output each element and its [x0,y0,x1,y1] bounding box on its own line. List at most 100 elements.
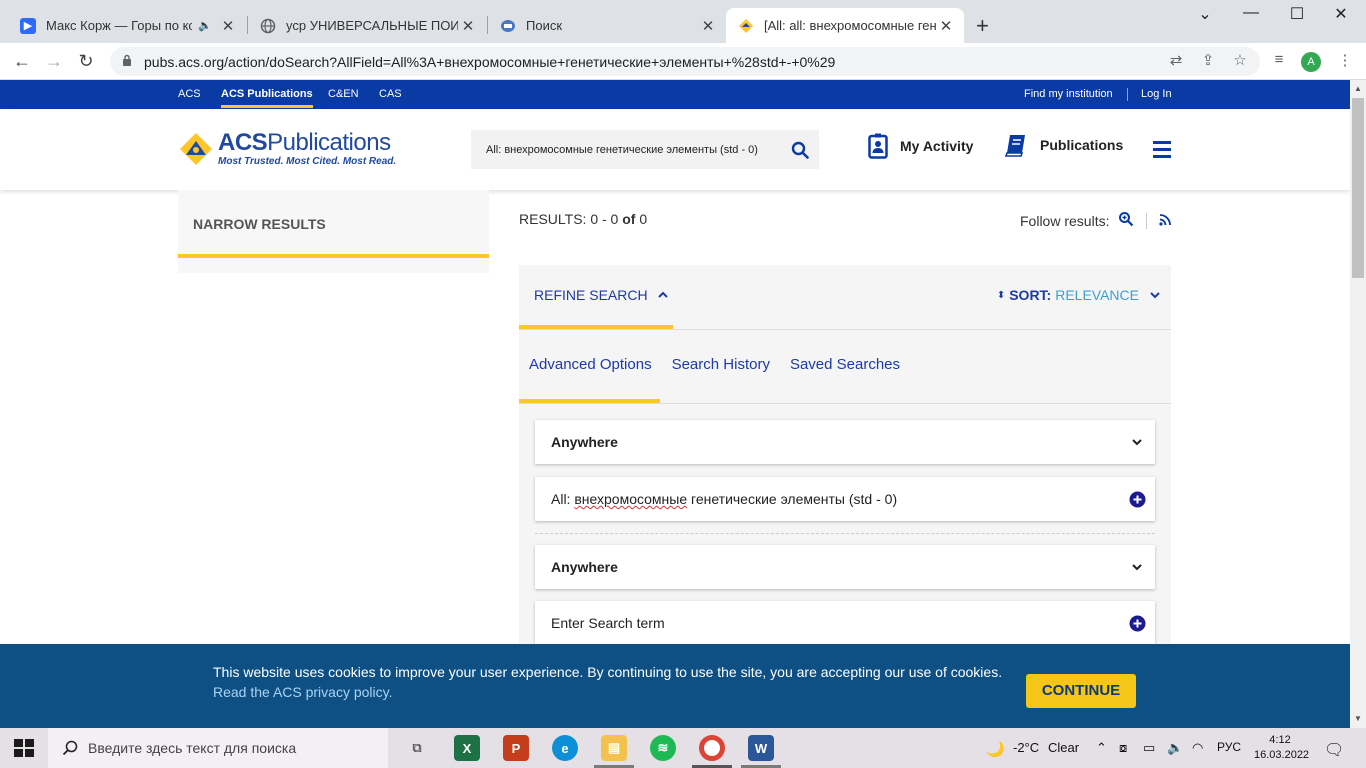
reload-icon[interactable]: ↻ [74,49,98,73]
translate-icon[interactable]: ⇄ [1165,51,1187,69]
chevron-up-icon [657,291,668,298]
excel-icon[interactable]: X [454,735,480,761]
minimize-icon[interactable]: — [1228,4,1274,28]
chrome-icon[interactable] [699,735,725,761]
rss-icon[interactable] [1159,213,1172,229]
acs-logo-icon [178,131,214,167]
file-explorer-icon[interactable]: ▤ [601,735,627,761]
notifications-icon[interactable]: 🗨 [1324,740,1344,760]
task-view-icon[interactable]: ⧉ [404,735,430,761]
add-term-button[interactable] [1119,491,1155,508]
volume-icon[interactable]: 🔈 [1167,740,1183,756]
close-icon[interactable]: ✕ [458,17,478,35]
scroll-up-icon[interactable]: ▲ [1350,84,1366,93]
taskbar-search-placeholder: Введите здесь текст для поиска [88,740,297,756]
chevron-up-icon[interactable]: ⌃ [1096,740,1107,756]
close-icon[interactable]: ✕ [218,17,238,35]
divider [1146,212,1148,229]
logo-tagline: Most Trusted. Most Cited. Most Read. [218,156,397,167]
hamburger-menu-icon[interactable] [1153,141,1171,162]
refine-subtabs: Advanced Options Search History Saved Se… [529,356,920,373]
narrow-results-panel[interactable]: NARROW RESULTS [178,190,489,273]
spotify-icon[interactable]: ≋ [650,735,676,761]
close-icon[interactable]: ✕ [698,17,718,35]
weather-temp[interactable]: -2°C [1013,740,1039,755]
sort-dropdown[interactable]: ⬍ SORT: RELEVANCE [997,287,1161,303]
add-term-button[interactable] [1119,615,1155,632]
quick-search[interactable]: All: внехромосомные генетические элемент… [471,130,819,169]
system-clock[interactable]: 4:12 16.03.2022 [1254,733,1309,763]
back-arrow-icon[interactable]: ← [10,49,34,73]
login-link[interactable]: Log In [1141,88,1172,100]
cookie-text: This website uses cookies to improve you… [213,664,1003,680]
forward-arrow-icon[interactable]: → [42,49,66,73]
field-select-2[interactable]: Anywhere [535,545,1155,589]
share-icon[interactable]: ⇪ [1197,51,1219,69]
edge-icon[interactable]: e [552,735,578,761]
speaker-icon[interactable]: 🔈 [198,19,212,32]
chevron-down-icon [1119,562,1155,572]
divider [519,403,1171,404]
profile-avatar[interactable]: A [1301,52,1321,72]
cas-link[interactable]: CAS [379,88,402,100]
browser-tab-usr[interactable]: уср УНИВЕРСАЛЬНЫЕ ПОИСКОВЫЕ ✕ [248,8,486,43]
media-control-icon[interactable]: ≡ [1268,51,1290,68]
publications-link[interactable]: Publications [1004,133,1123,157]
maximize-icon[interactable]: ☐ [1274,4,1320,28]
page-scrollbar[interactable]: ▲ ▼ [1350,80,1366,728]
cen-link[interactable]: C&EN [328,88,359,100]
privacy-policy-link[interactable]: Read the ACS privacy policy. [213,684,393,700]
refine-search-toggle[interactable]: REFINE SEARCH [534,287,669,303]
word-icon[interactable]: W [748,735,774,761]
window-close-icon[interactable]: ✕ [1318,4,1364,28]
acs-publications-link[interactable]: ACS Publications [221,88,313,108]
browser-tab-search[interactable]: Поиск ✕ [488,8,726,43]
chevron-down-icon[interactable]: ⌄ [1182,4,1228,28]
browser-tab-music[interactable]: ▶ Макс Корж — Горы по колено 🔈 ✕ [8,8,246,43]
more-menu-icon[interactable]: ⋮ [1334,51,1356,69]
new-tab-button[interactable]: + [976,13,989,39]
address-bar[interactable]: pubs.acs.org/action/doSearch?AllField=Al… [110,47,1260,76]
acs-link[interactable]: ACS [178,88,201,100]
acs-publications-logo[interactable]: ACSPublications Most Trusted. Most Cited… [178,131,396,167]
scrollbar-thumb[interactable] [1352,98,1364,278]
battery-icon[interactable]: ▭ [1143,740,1155,756]
my-activity-link[interactable]: My Activity [868,133,973,159]
wifi-icon[interactable]: ◠ [1192,740,1203,756]
close-icon[interactable]: ✕ [936,17,956,35]
language-indicator[interactable]: РУС [1217,740,1241,754]
search-icon [791,141,809,159]
tab-search-history[interactable]: Search History [672,356,770,373]
continue-button[interactable]: CONTINUE [1026,674,1136,708]
bookmark-star-icon[interactable]: ☆ [1229,51,1251,69]
powerpoint-icon[interactable]: P [503,735,529,761]
search-button[interactable] [781,141,819,159]
tab-saved-searches[interactable]: Saved Searches [790,356,900,373]
divider [535,533,1155,534]
divider [519,329,1171,330]
term-rest: генетические элементы (std - 0) [691,491,898,507]
clock-time: 4:12 [1269,734,1291,746]
moon-weather-icon[interactable]: 🌙 [986,740,1005,758]
network-device-icon[interactable]: ⧇ [1119,740,1127,756]
find-institution-link[interactable]: Find my institution [1024,88,1113,100]
logo-text-bold: ACS [218,129,268,156]
active-underline [178,254,489,258]
field-select-1[interactable]: Anywhere [535,420,1155,464]
search-term-field-2[interactable]: Enter Search term [535,601,1155,645]
saved-search-icon[interactable] [1118,211,1134,230]
sort-value: RELEVANCE [1055,287,1139,303]
chevron-down-icon [1119,437,1155,447]
tab-advanced-options[interactable]: Advanced Options [529,356,652,373]
lock-icon[interactable] [122,54,136,69]
search-term-field-1[interactable]: All: внехромосомные генетические элемент… [535,477,1155,521]
browser-tab-acs-active[interactable]: [All: all: внехромосомные генетические ✕ [726,8,964,43]
scroll-down-icon[interactable]: ▼ [1350,714,1366,723]
search-input[interactable]: All: внехромосомные генетические элемент… [471,144,781,156]
windows-taskbar: Введите здесь текст для поиска ⧉ X P e ▤… [0,728,1366,768]
weather-text[interactable]: Clear [1048,740,1079,755]
windows-start-icon[interactable] [14,739,34,757]
play-icon: ▶ [20,17,36,34]
chevron-down-icon [1150,292,1160,299]
taskbar-search[interactable]: Введите здесь текст для поиска [48,728,388,768]
